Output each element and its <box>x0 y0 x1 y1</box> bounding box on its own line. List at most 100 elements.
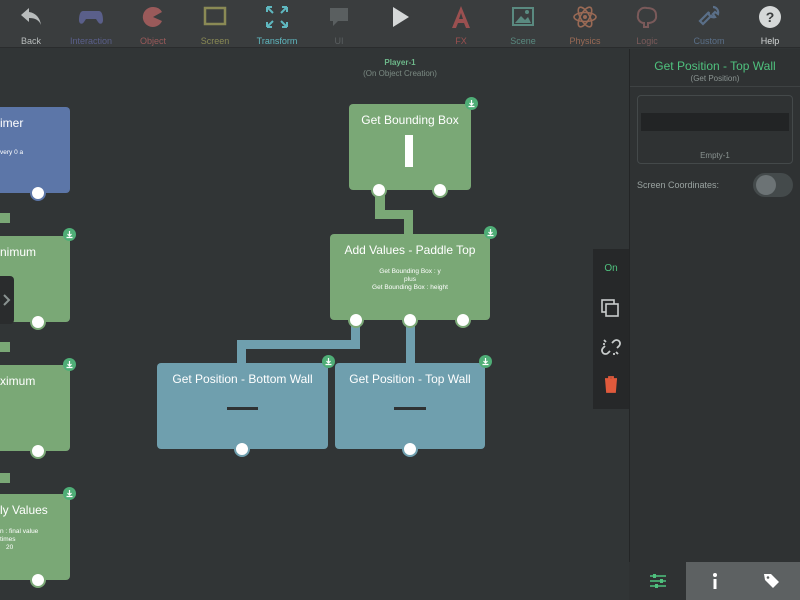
output-port[interactable] <box>30 185 46 201</box>
multiply-line1: n : final value <box>0 528 39 535</box>
output-port[interactable] <box>402 312 418 328</box>
multiply-line2: times <box>0 536 16 543</box>
export-icon[interactable] <box>63 487 76 500</box>
help-button[interactable]: ? Help <box>739 0 800 48</box>
empty-value-indicator <box>227 407 258 410</box>
duplicate-button[interactable] <box>593 291 629 327</box>
atom-icon <box>573 6 597 28</box>
play-button[interactable] <box>369 0 431 48</box>
back-label: Back <box>20 36 41 46</box>
maximum-title: ximum <box>0 374 36 388</box>
output-port[interactable] <box>432 182 448 198</box>
tab-settings[interactable] <box>629 562 686 600</box>
screen-icon <box>203 6 227 26</box>
scene-label: Scene <box>510 36 536 46</box>
bounding-box-title: Get Bounding Box <box>361 113 459 127</box>
screen-coordinates-label: Screen Coordinates: <box>637 180 720 190</box>
wrench-icon <box>698 5 720 26</box>
help-label: Help <box>760 36 780 46</box>
play-icon <box>393 7 409 27</box>
brain-icon <box>636 6 658 28</box>
output-port[interactable] <box>234 441 250 457</box>
object-selector[interactable]: Empty-1 <box>637 95 793 164</box>
minimum-title: nimum <box>0 245 37 259</box>
output-port[interactable] <box>30 572 46 588</box>
help-icon: ? <box>759 6 781 28</box>
svg-text:?: ? <box>766 9 775 25</box>
multiply-block[interactable]: ly Values n : final value times 20 <box>0 494 70 580</box>
maximum-block[interactable]: ximum <box>0 365 70 451</box>
tool-ui[interactable]: UI <box>308 0 370 48</box>
chevron-right-icon <box>3 294 11 306</box>
event-subtitle: (On Object Creation) <box>363 69 437 78</box>
tool-physics[interactable]: Physics <box>554 0 616 48</box>
get-bounding-box-block[interactable]: Get Bounding Box <box>349 104 471 190</box>
multiply-title: ly Values <box>0 503 48 517</box>
output-port[interactable] <box>402 441 418 457</box>
object-label: Object <box>139 36 166 46</box>
tool-screen[interactable]: Screen <box>184 0 246 48</box>
add-values-block[interactable]: Add Values - Paddle Top Get Bounding Box… <box>330 234 490 320</box>
tab-tags[interactable] <box>743 562 800 600</box>
toggle-on-button[interactable]: On <box>593 251 629 287</box>
tool-object[interactable]: Object <box>122 0 184 48</box>
tool-fx[interactable]: FX <box>430 0 492 48</box>
panel-tabbar <box>629 562 800 600</box>
logic-label: Logic <box>636 36 658 46</box>
tags-icon <box>763 574 779 588</box>
gamepad-icon <box>79 11 103 24</box>
export-icon[interactable] <box>479 355 492 368</box>
back-button[interactable]: Back <box>0 0 62 48</box>
tool-logic[interactable]: Logic <box>616 0 678 48</box>
output-port[interactable] <box>455 312 471 328</box>
output-port[interactable] <box>30 314 46 330</box>
timer-block[interactable]: imer very 0 a <box>0 107 70 193</box>
connector-line <box>0 342 10 352</box>
export-icon[interactable] <box>465 97 478 110</box>
trash-icon <box>605 376 617 393</box>
unlink-icon <box>601 339 621 355</box>
transform-icon <box>266 6 288 28</box>
connector-line <box>237 340 360 349</box>
screen-coordinates-toggle[interactable] <box>753 173 793 197</box>
add-values-line2: plus <box>404 276 416 283</box>
tool-interaction[interactable]: Interaction <box>60 0 122 48</box>
toggle-knob <box>756 175 776 195</box>
tool-scene[interactable]: Scene <box>492 0 554 48</box>
empty-value-indicator <box>394 407 426 410</box>
ui-label: UI <box>334 36 344 46</box>
node-canvas[interactable] <box>0 49 629 600</box>
top-wall-title: Get Position - Top Wall <box>349 372 471 386</box>
value-indicator <box>405 135 413 167</box>
output-port[interactable] <box>30 443 46 459</box>
timer-detail: very 0 a <box>0 149 24 156</box>
export-icon[interactable] <box>63 228 76 241</box>
block-actions-bar: On <box>593 249 629 409</box>
output-port[interactable] <box>348 312 364 328</box>
physics-label: Physics <box>569 36 601 46</box>
export-icon[interactable] <box>484 226 497 239</box>
unlink-button[interactable] <box>593 329 629 365</box>
get-position-bottom-wall-block[interactable]: Get Position - Bottom Wall <box>157 363 328 449</box>
add-values-line1: Get Bounding Box : y <box>379 268 441 275</box>
multiply-line3: 20 <box>6 544 14 551</box>
tool-transform[interactable]: Transform <box>246 0 308 48</box>
export-icon[interactable] <box>322 355 335 368</box>
output-port[interactable] <box>371 182 387 198</box>
tool-custom[interactable]: Custom <box>678 0 740 48</box>
custom-label: Custom <box>693 36 725 46</box>
image-icon <box>512 7 534 26</box>
fx-icon <box>452 6 470 28</box>
export-icon[interactable] <box>63 358 76 371</box>
connector-line <box>0 213 10 223</box>
connector-line <box>0 473 10 483</box>
timer-title: imer <box>0 116 24 130</box>
delete-button[interactable] <box>593 367 629 403</box>
divider <box>630 86 800 87</box>
collapse-handle[interactable] <box>0 276 14 324</box>
object-label: Empty-1 <box>700 151 730 160</box>
get-position-top-wall-block[interactable]: Get Position - Top Wall <box>335 363 485 449</box>
bottom-wall-title: Get Position - Bottom Wall <box>172 372 313 386</box>
app-root: Back Interaction Object Screen Transform… <box>0 0 800 600</box>
tab-info[interactable] <box>686 562 743 600</box>
